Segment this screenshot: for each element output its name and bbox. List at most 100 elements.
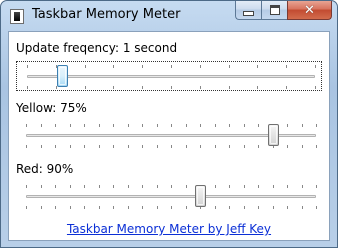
slider-tick [243,145,245,148]
slider-tick [258,145,259,148]
title-bar[interactable]: Taskbar Memory Meter ✕ [1,1,337,31]
red-threshold-thumb[interactable] [195,185,206,207]
slider-tick [286,65,288,68]
slider-tick [316,206,317,209]
slider-tick [185,206,187,209]
slider-tick [55,206,56,209]
slider-tick [142,145,143,148]
slider-tick [69,185,71,188]
slider-tick [27,86,28,89]
slider-tick [287,185,288,188]
slider-tick [199,86,201,89]
slider-track[interactable] [26,195,316,198]
slider-tick [26,124,27,127]
slider-tick [127,206,129,209]
slider-tick [27,65,28,68]
slider-tick [200,124,201,127]
slider-tick [127,145,129,148]
slider-tick [243,185,245,188]
close-button[interactable]: ✕ [287,1,332,20]
client-area: Update freqency: 1 second Yellow: 75% Re… [8,31,330,241]
maximize-button[interactable] [261,1,287,20]
slider-tick [69,206,71,209]
slider-tick [257,86,259,89]
caption-buttons: ✕ [235,1,332,21]
slider-tick [113,124,114,127]
slider-tick [229,185,230,188]
slider-ticks-top [27,65,316,68]
slider-tick [229,206,230,209]
slider-tick [84,65,86,68]
slider-tick [258,206,259,209]
slider-tick [142,185,143,188]
slider-tick [286,86,288,89]
slider-tick [127,124,129,127]
slider-tick [26,145,27,148]
author-link[interactable]: Taskbar Memory Meter by Jeff Key [9,222,329,236]
slider-tick [243,206,245,209]
slider-tick [228,65,230,68]
slider-tick [229,124,230,127]
slider-tick [287,145,288,148]
slider-tick [171,124,172,127]
slider-tick [257,65,259,68]
slider-tick [55,185,56,188]
slider-tick [156,206,158,209]
slider-tick [142,86,144,89]
slider-tick [98,185,100,188]
slider-tick [258,185,259,188]
slider-tick [84,185,85,188]
slider-tick [200,145,201,148]
slider-tick [142,65,144,68]
red-threshold-label: Red: 90% [16,162,74,176]
slider-tick [40,206,42,209]
slider-tick [301,206,303,209]
slider-track[interactable] [27,75,315,78]
slider-tick [185,145,187,148]
update-frequency-thumb[interactable] [56,65,68,87]
slider-tick [272,185,274,188]
slider-tick [40,145,42,148]
slider-tick [84,145,85,148]
slider-tick [185,185,187,188]
red-threshold-slider[interactable] [16,182,322,212]
slider-ticks-bottom [26,206,317,209]
slider-tick [315,65,316,68]
slider-tick [113,185,114,188]
yellow-threshold-thumb[interactable] [267,124,279,146]
slider-tick [287,206,288,209]
slider-tick [156,185,158,188]
slider-tick [113,65,115,68]
slider-tick [84,86,86,89]
slider-tick [142,124,143,127]
slider-tick [214,185,216,188]
slider-ticks-bottom [27,86,316,89]
slider-tick [199,65,201,68]
yellow-threshold-slider[interactable] [16,121,322,151]
slider-tick [98,145,100,148]
slider-tick [301,145,303,148]
slider-tick [84,206,85,209]
update-frequency-slider[interactable] [16,61,322,91]
slider-tick [171,65,172,68]
slider-tick [243,124,245,127]
app-icon[interactable] [10,9,24,24]
app-window: Taskbar Memory Meter ✕ Update freqency: … [0,0,338,248]
slider-tick [55,124,56,127]
slider-tick [228,86,230,89]
slider-tick [315,86,316,89]
slider-tick [301,124,303,127]
slider-tick [40,185,42,188]
slider-tick [316,185,317,188]
slider-tick [214,206,216,209]
slider-tick [301,185,303,188]
slider-tick [26,206,27,209]
slider-tick [185,124,187,127]
slider-tick [98,124,100,127]
maximize-icon [269,5,280,15]
slider-tick [40,124,42,127]
slider-tick [214,124,216,127]
minimize-button[interactable] [235,1,261,20]
slider-tick [127,185,129,188]
slider-tick [142,206,143,209]
